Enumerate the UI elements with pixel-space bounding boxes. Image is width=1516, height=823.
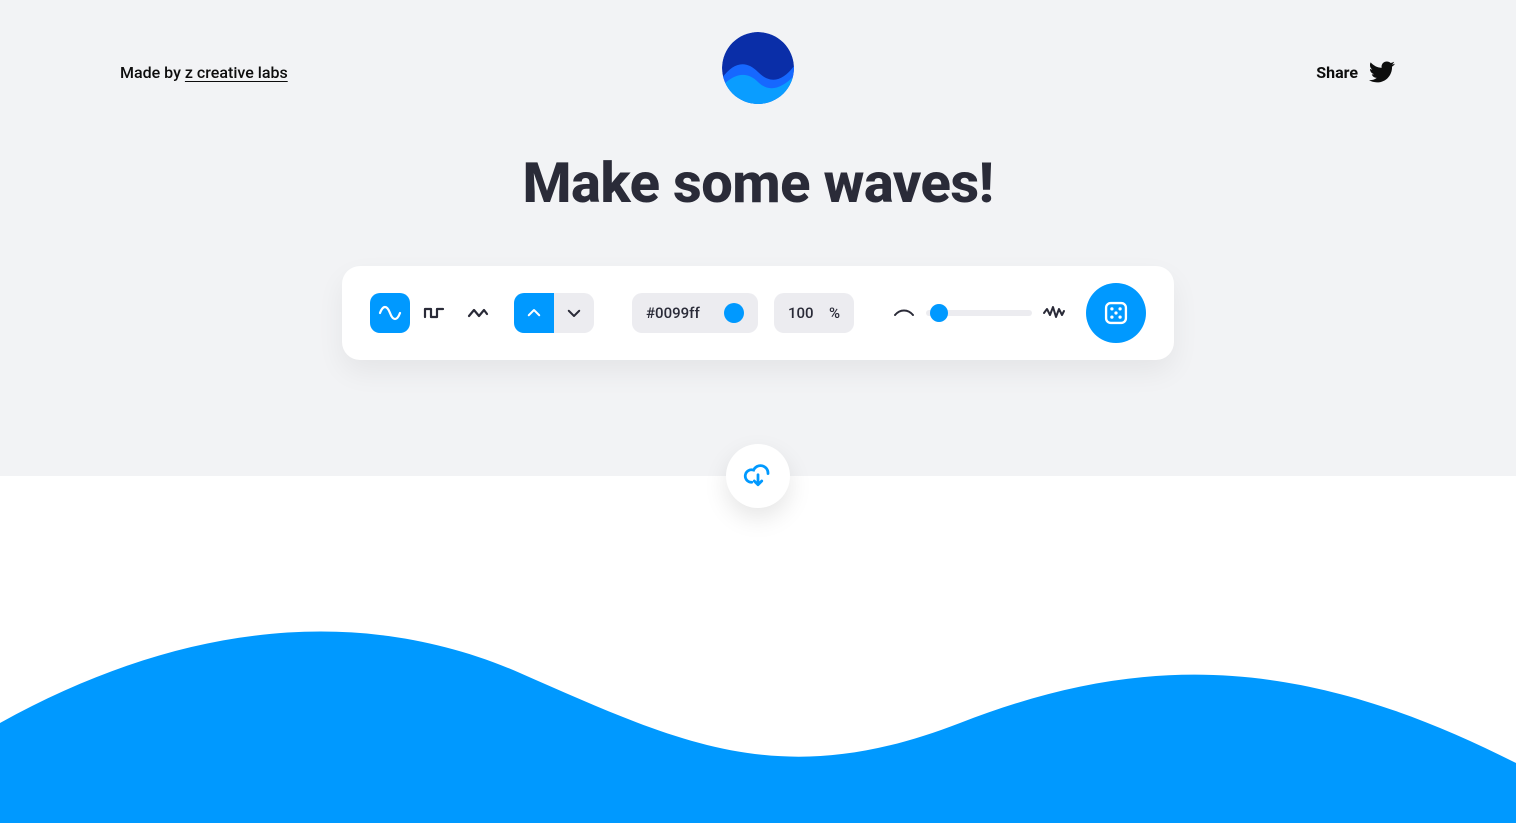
wave-preview-area xyxy=(0,476,1516,823)
color-hex-value: #0099ff xyxy=(646,304,700,322)
high-complexity-icon xyxy=(1042,301,1066,325)
direction-group xyxy=(514,293,594,333)
opacity-value: 100 xyxy=(788,304,814,322)
direction-down-button[interactable] xyxy=(554,293,594,333)
share-group: Share xyxy=(1316,58,1396,86)
made-by-link[interactable]: z creative labs xyxy=(185,63,288,82)
app-logo[interactable] xyxy=(722,32,794,104)
shape-sine-button[interactable] xyxy=(370,293,410,333)
download-button[interactable] xyxy=(726,444,790,508)
shape-zigzag-button[interactable] xyxy=(458,293,498,333)
made-by: Made by z creative labs xyxy=(120,63,288,82)
logo-wrap xyxy=(722,32,794,104)
download-cloud-icon xyxy=(743,461,773,491)
page-root: Made by z creative labs Share Make some … xyxy=(0,0,1516,823)
complexity-slider-group xyxy=(892,301,1066,325)
made-by-prefix: Made by xyxy=(120,63,185,82)
controls-toolbar: #0099ff 100 % xyxy=(342,266,1174,360)
zigzag-wave-icon xyxy=(466,301,490,325)
opacity-chip[interactable]: 100 % xyxy=(774,293,854,333)
twitter-icon xyxy=(1368,58,1396,86)
complexity-slider-thumb[interactable] xyxy=(930,304,948,322)
sine-wave-icon xyxy=(378,301,402,325)
wave-logo-icon xyxy=(722,32,794,104)
share-label: Share xyxy=(1316,63,1358,82)
low-complexity-icon xyxy=(892,301,916,325)
chevron-up-icon xyxy=(525,304,543,322)
wave-shape-group xyxy=(370,293,498,333)
color-swatch xyxy=(724,303,744,323)
shape-square-button[interactable] xyxy=(414,293,454,333)
randomize-button[interactable] xyxy=(1086,283,1146,343)
square-wave-icon xyxy=(422,301,446,325)
complexity-slider[interactable] xyxy=(926,310,1032,316)
color-picker-chip[interactable]: #0099ff xyxy=(632,293,758,333)
chevron-down-icon xyxy=(565,304,583,322)
dice-icon xyxy=(1102,299,1130,327)
share-twitter-button[interactable] xyxy=(1368,58,1396,86)
page-title: Make some waves! xyxy=(0,150,1516,216)
wave-svg xyxy=(0,563,1516,823)
opacity-unit: % xyxy=(829,304,840,322)
direction-up-button[interactable] xyxy=(514,293,554,333)
